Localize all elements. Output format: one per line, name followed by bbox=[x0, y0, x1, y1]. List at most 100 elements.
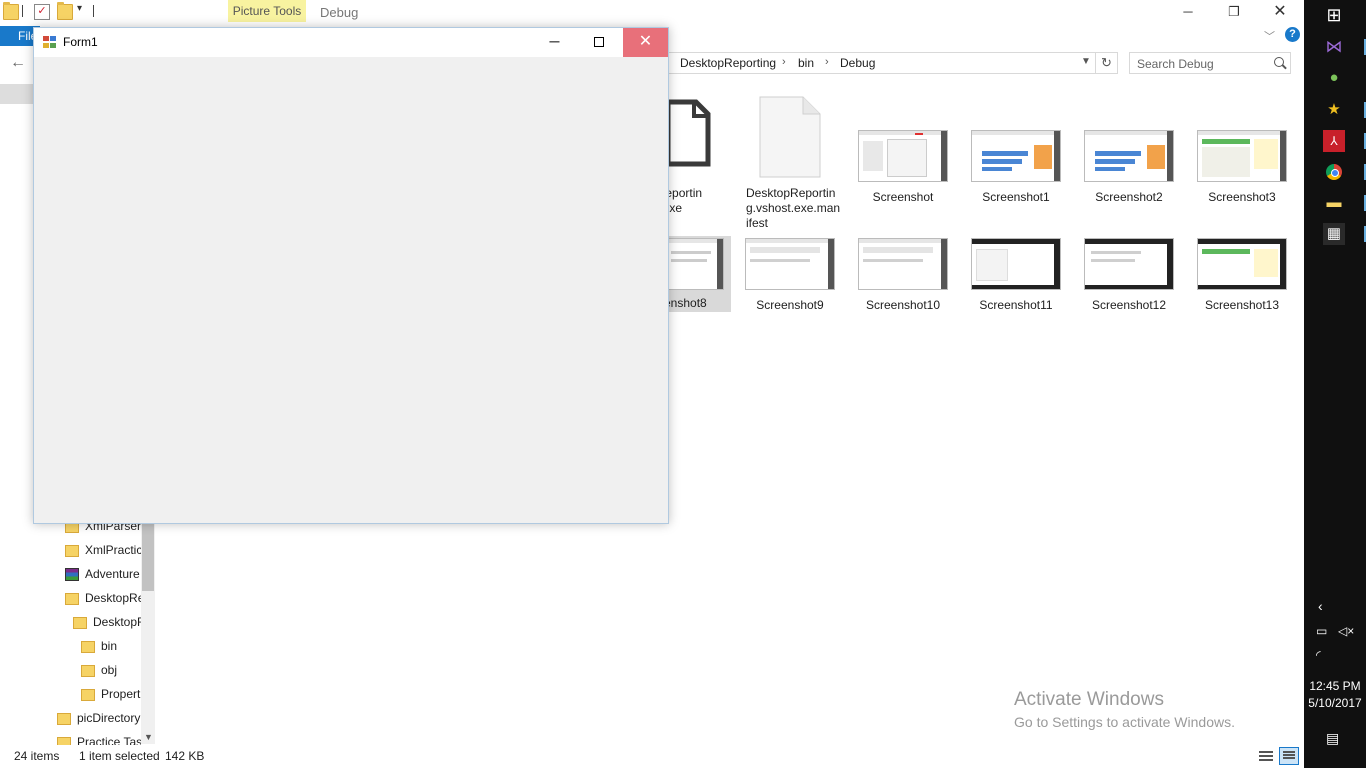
tree-item-properties[interactable]: Propert bbox=[81, 683, 141, 705]
search-icon[interactable] bbox=[1274, 57, 1284, 67]
wifi-icon[interactable]: ◜ bbox=[1316, 648, 1321, 662]
form1-title: Form1 bbox=[63, 35, 98, 49]
breadcrumb-bin[interactable]: bin bbox=[798, 56, 814, 70]
activation-watermark-title: Activate Windows bbox=[1014, 689, 1164, 710]
folder-icon bbox=[81, 640, 95, 653]
tree-item-xmlpractice[interactable]: XmlPractic bbox=[65, 539, 141, 561]
file-label: Screenshot10 bbox=[865, 298, 941, 312]
item-count: 24 items bbox=[14, 749, 60, 763]
status-bar: 24 items 1 item selected 142 KB bbox=[0, 746, 1304, 768]
tree-item-picdirectory[interactable]: picDirectory bbox=[57, 707, 141, 729]
form-app-icon bbox=[43, 36, 56, 48]
file-item-screenshot11[interactable]: Screenshot11 bbox=[966, 238, 1066, 313]
form-app-icon[interactable]: ▦ bbox=[1323, 223, 1345, 245]
show-hidden-icons-icon[interactable]: ‹ bbox=[1318, 598, 1323, 614]
folder-icon bbox=[73, 616, 87, 629]
window-title: Debug bbox=[320, 5, 359, 20]
image-thumbnail bbox=[1084, 130, 1174, 182]
clock-date[interactable]: 5/10/2017 bbox=[1304, 696, 1366, 710]
file-label: Screenshot2 bbox=[1095, 190, 1163, 204]
chevron-down-icon[interactable]: ▼ bbox=[1081, 56, 1091, 67]
tree-item-obj[interactable]: obj bbox=[81, 659, 141, 681]
image-thumbnail bbox=[971, 130, 1061, 182]
chevron-right-icon[interactable]: › bbox=[782, 56, 786, 68]
scrollbar-thumb[interactable] bbox=[142, 519, 154, 591]
form1-maximize-button[interactable] bbox=[577, 28, 622, 57]
tree-scrollbar[interactable]: ▼ bbox=[141, 519, 155, 744]
restore-button[interactable]: ❐ bbox=[1211, 0, 1257, 24]
file-item-screenshot10[interactable]: Screenshot10 bbox=[853, 238, 953, 313]
tree-item-practice[interactable]: Practice Tas bbox=[57, 731, 141, 745]
chevron-down-icon[interactable]: ▼ bbox=[144, 732, 153, 742]
customize-toolbar-icon[interactable]: ▾ bbox=[77, 3, 91, 17]
sidebar-selected-item[interactable] bbox=[0, 84, 34, 104]
tree-item-bin[interactable]: bin bbox=[81, 635, 141, 657]
back-arrow-icon[interactable]: ← bbox=[10, 54, 26, 72]
folder-icon bbox=[81, 664, 95, 677]
activation-watermark-subtitle: Go to Settings to activate Windows. bbox=[1014, 714, 1235, 730]
form1-client-area bbox=[34, 57, 668, 523]
image-thumbnail bbox=[666, 238, 724, 290]
action-center-icon[interactable]: ▤ bbox=[1326, 730, 1339, 747]
chevron-right-icon[interactable]: › bbox=[825, 56, 829, 68]
search-input[interactable]: Search Debug bbox=[1129, 52, 1291, 74]
battery-icon[interactable]: ▭ bbox=[1316, 624, 1327, 638]
file-item-screenshot13[interactable]: Screenshot13 bbox=[1192, 238, 1292, 313]
tree-item-adventure[interactable]: Adventure bbox=[65, 563, 141, 585]
tab-picture-tools[interactable]: Picture Tools bbox=[228, 0, 306, 22]
selection-status: 1 item selected bbox=[79, 749, 160, 763]
visual-studio-icon[interactable]: ⋈ bbox=[1323, 36, 1345, 58]
close-button[interactable]: ✕ bbox=[1257, 0, 1303, 24]
form1-minimize-button[interactable]: ─ bbox=[532, 28, 577, 57]
properties-icon[interactable]: ✓ bbox=[34, 4, 50, 20]
details-view-icon[interactable] bbox=[1258, 749, 1274, 763]
clock-time[interactable]: 12:45 PM bbox=[1304, 679, 1366, 693]
address-bar[interactable]: DesktopReporting › bin › Debug ▼ bbox=[664, 52, 1096, 74]
file-label: Screenshot12 bbox=[1091, 298, 1167, 312]
file-item-screenshot9[interactable]: Screenshot9 bbox=[740, 238, 840, 313]
search-placeholder: Search Debug bbox=[1137, 57, 1214, 71]
new-folder-icon[interactable] bbox=[57, 2, 73, 20]
image-thumbnail bbox=[971, 238, 1061, 290]
acrobat-icon[interactable]: ⅄ bbox=[1323, 130, 1345, 152]
refresh-button[interactable]: ↻ bbox=[1096, 52, 1118, 74]
breadcrumb-debug[interactable]: Debug bbox=[840, 56, 875, 70]
help-icon[interactable]: ? bbox=[1285, 27, 1300, 42]
folder-icon bbox=[65, 544, 79, 557]
breadcrumb-desktopreporting[interactable]: DesktopReporting bbox=[680, 56, 776, 70]
form1-close-button[interactable]: ✕ bbox=[623, 28, 668, 57]
file-explorer-icon[interactable]: ▬ bbox=[1323, 192, 1345, 214]
exe-file-icon[interactable] bbox=[664, 98, 726, 180]
tree-item-desktopreporting-sub[interactable]: DesktopR bbox=[73, 611, 141, 633]
file-item-screenshot3[interactable]: Screenshot3 bbox=[1192, 130, 1292, 205]
tree-item-desktopreporting[interactable]: DesktopRe bbox=[65, 587, 141, 609]
file-item-screenshot2[interactable]: Screenshot2 bbox=[1079, 130, 1179, 205]
file-item-screenshot1[interactable]: Screenshot1 bbox=[966, 130, 1066, 205]
large-icons-view-icon[interactable] bbox=[1279, 747, 1299, 765]
toolbar-separator bbox=[93, 5, 94, 17]
file-label: Screenshot9 bbox=[756, 298, 824, 312]
archive-icon bbox=[65, 568, 79, 582]
file-item-screenshot8[interactable]: enshot8 bbox=[664, 238, 728, 311]
start-windows-icon[interactable]: ⊞ bbox=[1323, 4, 1345, 26]
file-item-screenshot12[interactable]: Screenshot12 bbox=[1079, 238, 1179, 313]
folder-icon[interactable] bbox=[3, 2, 19, 20]
file-label: Screenshot3 bbox=[1208, 190, 1276, 204]
manifest-file-icon[interactable] bbox=[759, 96, 821, 178]
file-label: DesktopReportin g.vshost.exe.man ifest bbox=[746, 186, 841, 230]
file-item-vshost-manifest[interactable]: DesktopReportin g.vshost.exe.man ifest bbox=[740, 186, 844, 231]
volume-muted-icon[interactable]: ◁× bbox=[1338, 624, 1354, 638]
star-app-icon[interactable]: ★ bbox=[1323, 99, 1345, 121]
image-thumbnail bbox=[858, 130, 948, 182]
file-label: Screenshot11 bbox=[979, 298, 1053, 312]
expand-ribbon-icon[interactable]: ﹀ bbox=[1264, 28, 1275, 44]
file-label: Screenshot13 bbox=[1204, 298, 1280, 312]
folder-icon bbox=[57, 712, 71, 725]
form1-titlebar[interactable]: Form1 ─ ✕ bbox=[34, 28, 668, 57]
chrome-icon[interactable] bbox=[1323, 161, 1345, 183]
minimize-button[interactable]: ─ bbox=[1165, 0, 1211, 24]
file-item-screenshot[interactable]: Screenshot bbox=[853, 130, 953, 205]
taskbar: ⊞ ⋈ ● ★ ⅄ ▬ ▦ ‹ ▭ ◁× ◜ 12:45 PM 5/10/201… bbox=[1304, 0, 1366, 768]
image-thumbnail bbox=[858, 238, 948, 290]
app-icon[interactable]: ● bbox=[1323, 67, 1345, 89]
